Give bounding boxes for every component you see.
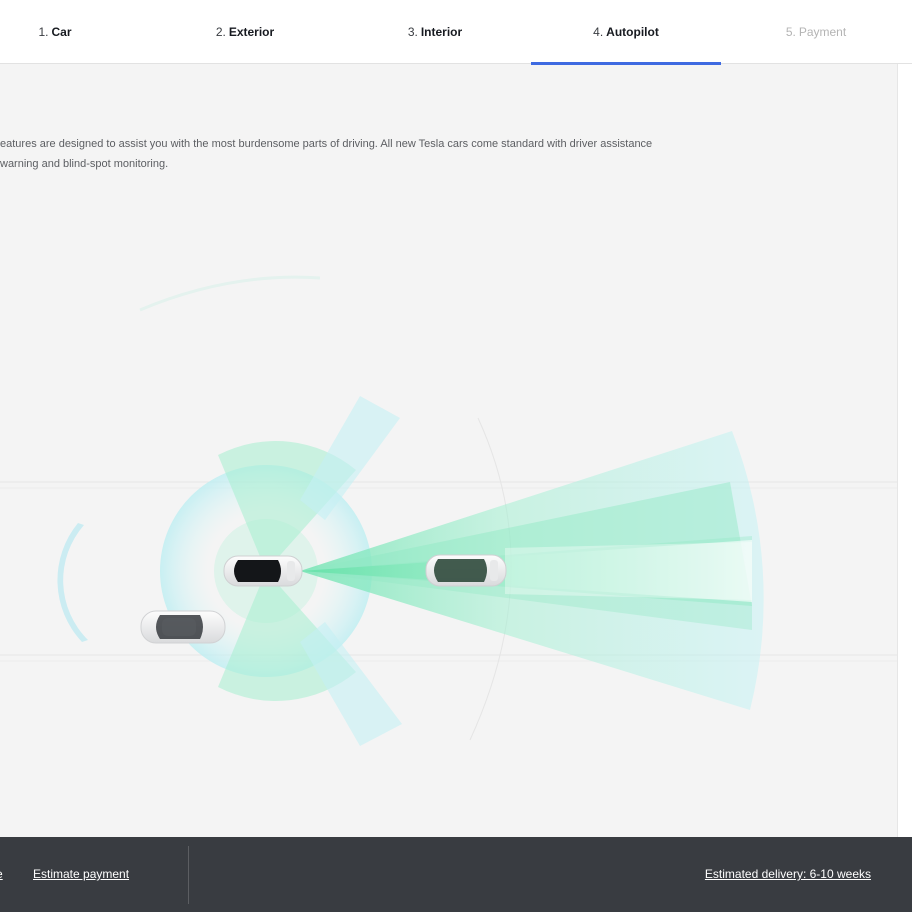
step-number: 2. (215, 25, 226, 39)
car-icon (425, 554, 507, 587)
step-number: 1. (38, 25, 49, 39)
step-label: Payment (798, 25, 847, 39)
description-line-2: warning and blind-spot monitoring. (0, 158, 169, 170)
car-icon (223, 555, 303, 587)
step-label: Car (51, 25, 72, 39)
footer-link-partial[interactable]: e (0, 867, 3, 881)
estimated-delivery-link[interactable]: Estimated delivery: 6-10 weeks (705, 867, 871, 881)
step-label: Autopilot (606, 25, 659, 39)
estimate-payment-link[interactable]: Estimate payment (33, 867, 129, 881)
step-autopilot[interactable]: 4. Autopilot (531, 0, 721, 65)
step-number: 3. (407, 25, 418, 39)
right-panel-edge (897, 64, 912, 837)
step-label: Exterior (228, 25, 275, 39)
step-exterior[interactable]: 2. Exterior (150, 0, 340, 64)
step-label: Interior (420, 25, 463, 39)
summary-footer: e Estimate payment Estimated delivery: 6… (0, 837, 912, 912)
car-icon (140, 610, 226, 644)
step-payment[interactable]: 5. Payment (721, 0, 911, 64)
step-number: 5. (785, 25, 796, 39)
step-interior[interactable]: 3. Interior (340, 0, 530, 64)
step-number: 4. (593, 25, 604, 39)
autopilot-sensor-illustration (0, 275, 897, 746)
description-line-1: eatures are designed to assist you with … (0, 138, 653, 150)
footer-divider (188, 846, 189, 904)
step-navigation: 1. Car 2. Exterior 3. Interior 4. Autopi… (0, 0, 912, 65)
step-car[interactable]: 1. Car (0, 0, 150, 64)
autopilot-description: eatures are designed to assist you with … (0, 134, 880, 174)
